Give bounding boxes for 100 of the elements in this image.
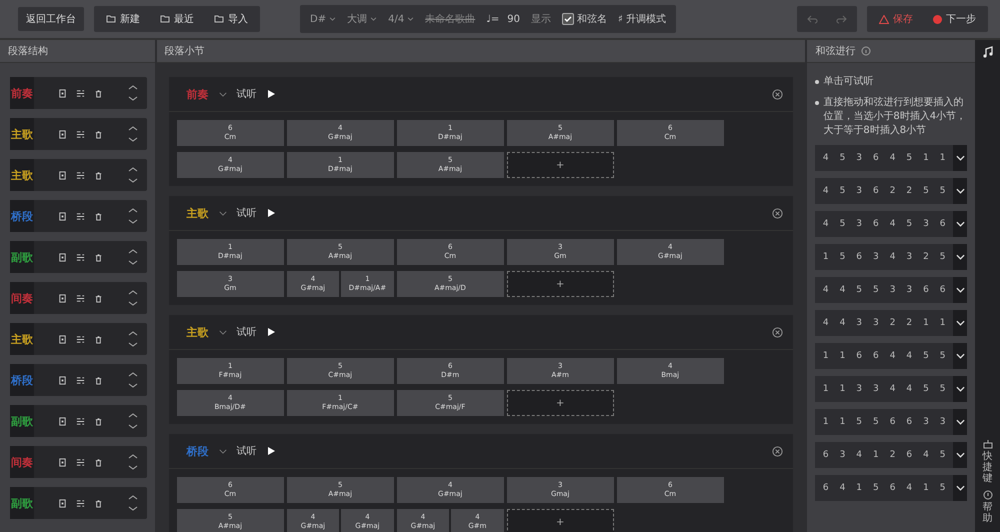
trash-icon[interactable]: [94, 170, 104, 180]
music-note-icon[interactable]: [982, 46, 994, 58]
checkbox-label[interactable]: 和弦名: [577, 12, 608, 26]
add-bar-button[interactable]: +: [506, 390, 614, 416]
file-button[interactable]: 最近: [152, 7, 202, 31]
listen-label[interactable]: 试听: [236, 444, 257, 458]
back-to-workbench-button[interactable]: 返回工作台: [18, 7, 84, 31]
meter-dropdown[interactable]: 4/4: [388, 14, 414, 24]
trash-icon[interactable]: [94, 88, 104, 98]
trash-icon[interactable]: [94, 376, 104, 384]
section-item[interactable]: 主歌: [10, 159, 147, 191]
progression-item[interactable]: 4 4 5 5 3 3 6 6: [815, 277, 968, 303]
move-down-icon[interactable]: [128, 342, 138, 347]
move-down-icon[interactable]: [128, 178, 138, 183]
section-name[interactable]: 主歌: [186, 324, 209, 340]
file-button[interactable]: 新建: [98, 7, 148, 31]
help-label[interactable]: 帮助: [982, 502, 993, 524]
listen-label[interactable]: 试听: [236, 206, 257, 220]
move-down-icon[interactable]: [128, 219, 138, 224]
trash-icon[interactable]: [94, 416, 104, 426]
copy-icon[interactable]: [58, 376, 68, 384]
split-icon[interactable]: [76, 130, 86, 138]
progression-item[interactable]: 1 1 3 3 4 4 5 5: [815, 376, 968, 402]
move-up-icon[interactable]: [128, 126, 138, 131]
expand-button[interactable]: [953, 442, 968, 468]
trash-icon[interactable]: [94, 498, 104, 508]
move-up-icon[interactable]: [128, 290, 138, 295]
move-up-icon[interactable]: [128, 372, 138, 377]
mode-dropdown[interactable]: 大调: [347, 12, 378, 26]
expand-button[interactable]: [953, 178, 968, 204]
move-up-icon[interactable]: [128, 208, 138, 213]
chevron-down-icon[interactable]: [218, 92, 227, 96]
split-icon[interactable]: [76, 416, 86, 426]
expand-button[interactable]: [953, 277, 968, 303]
copy-icon[interactable]: [58, 294, 68, 302]
split-icon[interactable]: [76, 458, 86, 466]
copy-icon[interactable]: [58, 88, 68, 98]
chevron-down-icon[interactable]: [218, 330, 227, 334]
next-step-button[interactable]: 下一步: [925, 7, 984, 31]
play-icon[interactable]: [266, 447, 275, 455]
move-down-icon[interactable]: [128, 96, 138, 101]
expand-button[interactable]: [953, 376, 968, 402]
expand-button[interactable]: [953, 409, 968, 435]
split-icon[interactable]: [76, 498, 86, 508]
expand-button[interactable]: [953, 475, 968, 501]
key-dropdown[interactable]: D#: [310, 14, 336, 24]
trash-icon[interactable]: [94, 334, 104, 344]
add-bar-button[interactable]: +: [506, 271, 614, 297]
play-icon[interactable]: [266, 328, 275, 336]
close-icon[interactable]: [772, 208, 784, 218]
listen-label[interactable]: 试听: [236, 325, 257, 339]
section-name[interactable]: 主歌: [186, 206, 209, 220]
move-up-icon[interactable]: [128, 167, 138, 172]
chevron-down-icon[interactable]: [218, 448, 227, 454]
play-icon[interactable]: [266, 209, 275, 217]
play-icon[interactable]: [266, 90, 275, 98]
move-down-icon[interactable]: [128, 137, 138, 142]
copy-icon[interactable]: [58, 334, 68, 344]
move-up-icon[interactable]: [128, 331, 138, 336]
file-button[interactable]: 导入: [206, 7, 256, 31]
checkbox[interactable]: [562, 13, 574, 25]
add-bar-button[interactable]: +: [506, 509, 614, 532]
chevron-down-icon[interactable]: [218, 210, 227, 216]
section-item[interactable]: 副歌: [10, 241, 147, 273]
expand-button[interactable]: [953, 145, 968, 171]
shortcuts-label[interactable]: 快捷键: [982, 451, 993, 484]
split-icon[interactable]: [76, 252, 86, 262]
progression-item[interactable]: 4 5 3 6 2 2 5 5: [815, 178, 968, 204]
close-icon[interactable]: [772, 88, 784, 100]
move-down-icon[interactable]: [128, 260, 138, 265]
copy-icon[interactable]: [58, 170, 68, 180]
expand-button[interactable]: [953, 343, 968, 369]
section-item[interactable]: 主歌: [10, 323, 147, 355]
move-up-icon[interactable]: [128, 454, 138, 459]
close-icon[interactable]: [772, 446, 784, 456]
copy-icon[interactable]: [58, 498, 68, 508]
move-up-icon[interactable]: [128, 495, 138, 500]
move-up-icon[interactable]: [128, 413, 138, 418]
split-icon[interactable]: [76, 212, 86, 220]
split-icon[interactable]: [76, 294, 86, 302]
progression-item[interactable]: 1 5 6 3 4 3 2 5: [815, 244, 968, 270]
expand-button[interactable]: [953, 310, 968, 336]
sharp-mode-toggle[interactable]: ♯ 升调模式: [618, 12, 666, 26]
trash-icon[interactable]: [94, 458, 104, 466]
copy-icon[interactable]: [58, 458, 68, 466]
trash-icon[interactable]: [94, 252, 104, 262]
progression-item[interactable]: 1 1 5 5 6 6 3 3: [815, 409, 968, 435]
progression-item[interactable]: 4 5 3 6 4 5 1 1: [815, 145, 968, 171]
progression-item[interactable]: 6 3 4 1 2 6 4 5: [815, 442, 968, 468]
progression-item[interactable]: 4 5 3 6 4 5 3 6: [815, 211, 968, 237]
add-bar-button[interactable]: +: [506, 152, 614, 178]
copy-icon[interactable]: [58, 130, 68, 138]
move-up-icon[interactable]: [128, 249, 138, 254]
expand-button[interactable]: [953, 211, 968, 237]
move-down-icon[interactable]: [128, 465, 138, 470]
expand-button[interactable]: [953, 244, 968, 270]
move-down-icon[interactable]: [128, 301, 138, 306]
section-item[interactable]: 主歌: [10, 118, 147, 150]
split-icon[interactable]: [76, 376, 86, 384]
progression-item[interactable]: 6 4 1 5 6 4 1 5: [815, 475, 968, 501]
